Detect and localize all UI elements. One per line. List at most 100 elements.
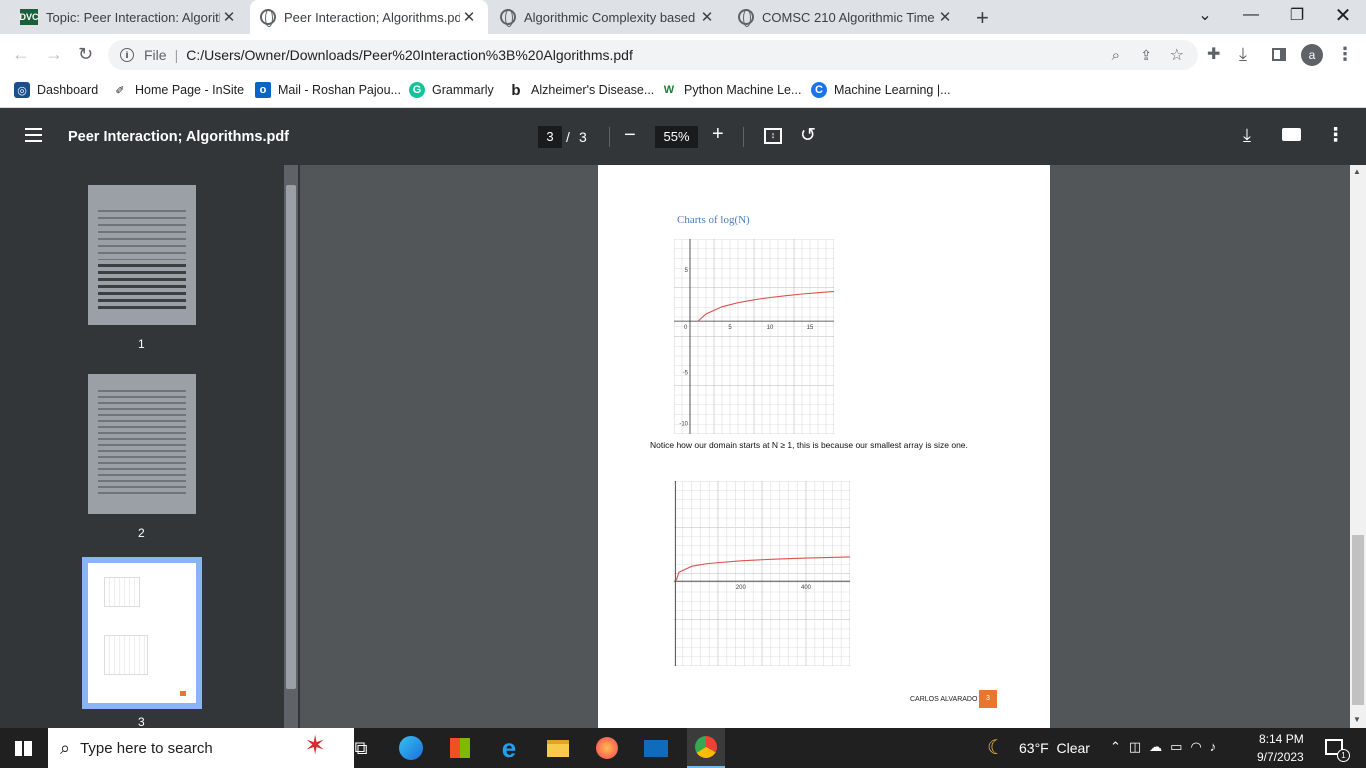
share-icon[interactable]: ⇪ [1140,47,1152,64]
separator: | [174,47,179,63]
tab-search-chevron-icon[interactable]: ⌄ [1182,0,1228,30]
y-tick-label: -10 [679,422,688,428]
thumbnail-page-1[interactable] [88,185,196,325]
bookmark-machine-learning[interactable]: C Machine Learning |... [811,76,951,104]
zoom-in-icon[interactable]: + [712,123,724,146]
bookmark-label: Dashboard [37,83,99,97]
bookmark-dashboard[interactable]: ◎ Dashboard [14,76,98,104]
taskbar-search-box[interactable]: ⌕ Type here to search ✶ [48,728,354,768]
chart-grid [674,239,834,434]
w-icon: W [663,84,675,96]
windows-start-icon[interactable] [15,741,32,756]
close-icon[interactable]: ✕ [220,8,238,26]
clock-time[interactable]: 8:14 PM [1259,732,1304,746]
menu-kebab-icon[interactable]: ⋮ [1336,44,1354,65]
more-options-icon[interactable]: ⋮ [1326,124,1345,147]
tab-title: COMSC 210 Algorithmic Time Co [762,9,936,25]
firefox-icon[interactable] [592,733,622,763]
globe-icon [500,9,516,27]
weather-moon-icon: ☾ [987,737,1005,759]
hamburger-menu-icon[interactable] [25,128,42,142]
close-window-button[interactable]: ✕ [1320,0,1366,30]
download-icon[interactable]: ⤓ [1239,44,1247,65]
close-icon[interactable]: ✕ [936,8,954,26]
omnibox[interactable]: i File | C:/Users/Owner/Downloads/Peer%2… [108,40,1198,70]
restore-button[interactable]: ❐ [1274,0,1320,30]
rotate-icon[interactable]: ↺ [800,124,816,147]
outlook-icon: o [255,82,271,98]
footer-page-badge: 3 [979,690,997,708]
zoom-icon[interactable]: ⌕ [1112,47,1120,64]
extensions-icon[interactable]: ✚ [1207,44,1220,64]
x-tick-label: 10 [767,325,774,331]
tab-title: Topic: Peer Interaction: Algorithm [46,9,220,25]
bookmark-label: Machine Learning |... [834,83,951,97]
avatar[interactable]: a [1301,44,1323,66]
file-explorer-icon[interactable] [543,733,573,763]
c-icon: C [811,82,827,98]
reload-icon[interactable]: ↻ [78,44,93,65]
sidebar-scrollbar[interactable] [284,165,298,728]
thumbnail-label: 2 [138,526,145,540]
close-icon[interactable]: ✕ [460,8,478,26]
series-line [697,290,834,322]
edge-icon[interactable] [396,733,426,763]
task-view-icon[interactable]: ⧉ [346,733,376,763]
url-text: C:/Users/Owner/Downloads/Peer%20Interact… [186,47,633,63]
download-icon[interactable]: ⤓ [1243,125,1251,146]
b-icon: b [511,81,521,99]
print-icon[interactable] [1282,128,1301,141]
page-number-input[interactable]: 3 [538,126,562,148]
tab-title: Peer Interaction; Algorithms.pdf [284,9,460,25]
info-icon[interactable]: i [120,48,134,62]
tab-complexity[interactable]: Algorithmic Complexity based on ✕ [490,0,726,34]
clock-date[interactable]: 9/7/2023 [1257,750,1304,764]
page-heading: Charts of log(N) [677,214,750,226]
chrome-icon[interactable] [687,728,725,768]
divider [743,127,744,147]
notification-count: 1 [1337,749,1350,762]
new-tab-button[interactable]: + [976,5,989,31]
weather-text[interactable]: 63°F Clear [1019,740,1090,756]
fit-page-icon[interactable]: ↕ [764,128,782,144]
globe-icon [260,9,276,27]
forward-icon[interactable]: → [45,44,63,65]
tab-strip: DVC Topic: Peer Interaction: Algorithm ✕… [0,0,1366,34]
bookmark-grammarly[interactable]: G Grammarly [409,76,494,104]
search-placeholder: Type here to search [80,739,213,757]
minimize-button[interactable]: — [1228,0,1274,30]
y-tick-label: -5 [683,370,689,376]
internet-explorer-icon[interactable]: e [494,733,524,763]
bookmark-alzheimers[interactable]: b Alzheimer's Disease... [508,76,654,104]
mail-icon[interactable] [641,733,671,763]
thumbnail-page-3[interactable] [82,557,202,709]
store-icon[interactable] [445,733,475,763]
zoom-out-icon[interactable]: − [624,124,636,147]
tray-icons[interactable]: ⌃◫☁▭◠♪ [1110,739,1224,755]
page-scrollbar[interactable]: ▲ ▼ [1350,165,1366,728]
back-icon[interactable]: ← [12,44,30,65]
search-icon: ⌕ [60,737,71,758]
star-icon[interactable]: ☆ [1170,45,1184,65]
search-highlight-icon: ✶ [304,730,326,760]
dashboard-icon: ◎ [14,82,30,98]
log-chart-small: 0 5 10 15 5 -5 -10 [674,239,834,434]
bookmark-label: Python Machine Le... [684,83,802,97]
thumbnail-sidebar: 1 2 3 [0,165,300,729]
close-icon[interactable]: ✕ [698,8,716,26]
bookmark-insite[interactable]: ✐ Home Page - InSite [112,76,244,104]
tab-comsc[interactable]: COMSC 210 Algorithmic Time Co ✕ [728,0,964,34]
bookmark-python-ml[interactable]: W Python Machine Le... [661,76,802,104]
tab-topic[interactable]: DVC Topic: Peer Interaction: Algorithm ✕ [10,0,248,34]
zoom-input[interactable]: 55% [655,126,698,148]
tab-pdf[interactable]: Peer Interaction; Algorithms.pdf ✕ [250,0,488,34]
side-panel-icon[interactable] [1272,48,1286,61]
bookmark-label: Mail - Roshan Pajou... [278,83,401,97]
thumbnail-page-2[interactable] [88,374,196,514]
bookmark-label: Home Page - InSite [135,83,245,97]
y-tick-label: 5 [685,268,689,274]
pdf-title: Peer Interaction; Algorithms.pdf [68,129,290,145]
bookmark-mail[interactable]: o Mail - Roshan Pajou... [255,76,401,104]
x-tick-label: 15 [807,325,814,331]
page-separator: / [566,129,570,145]
